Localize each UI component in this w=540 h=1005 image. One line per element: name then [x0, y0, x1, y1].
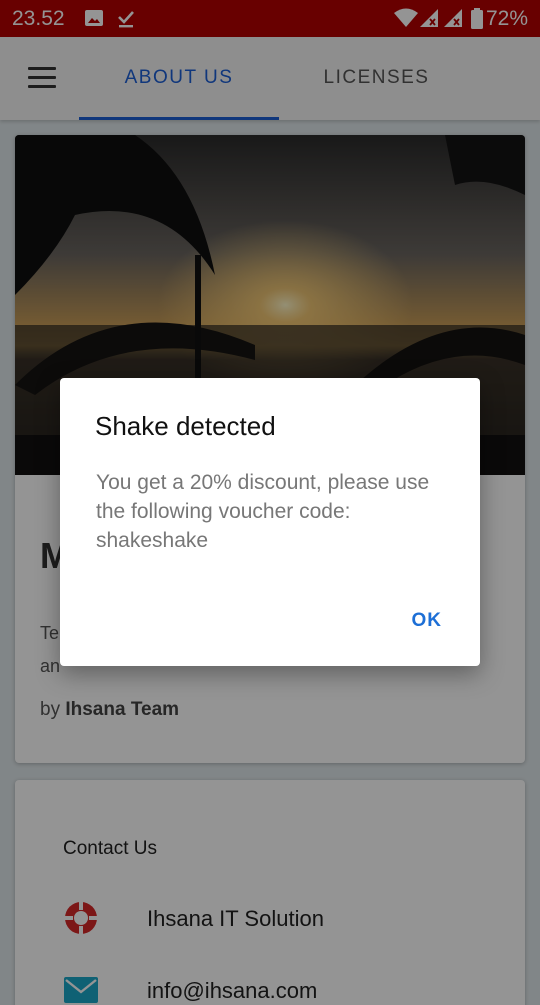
dialog-title: Shake detected — [95, 411, 276, 441]
shake-dialog: Shake detected You get a 20% discount, p… — [60, 378, 480, 666]
ok-button[interactable]: OK — [412, 610, 443, 632]
dialog-message: You get a 20% discount, please use the f… — [96, 471, 430, 552]
